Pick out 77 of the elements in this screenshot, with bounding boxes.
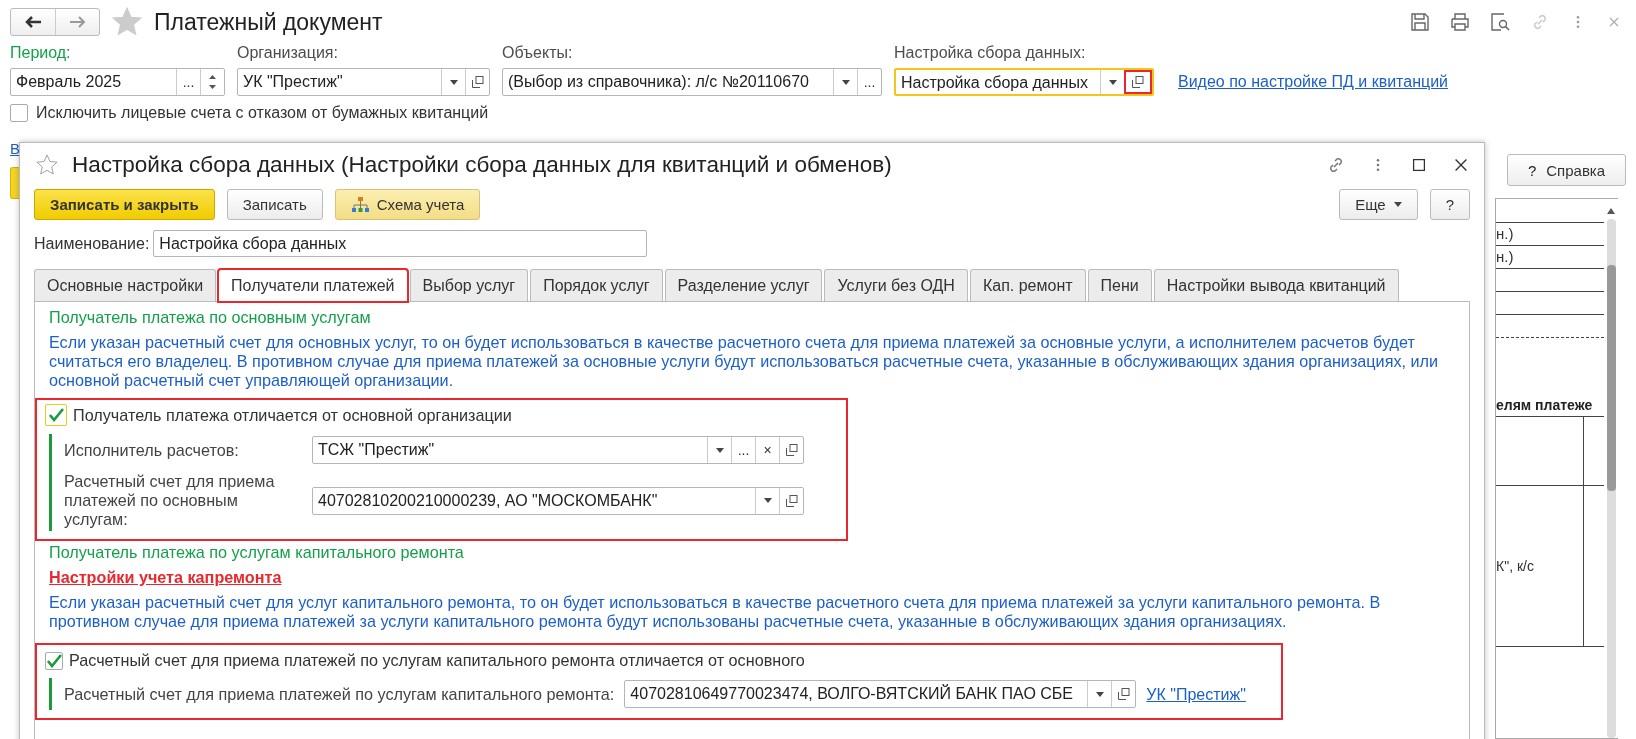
- checkbox-label: Расчетный счет для приема платежей по услугам капитального ремонта отличается от основного: [69, 651, 805, 670]
- tab[interactable]: Пени: [1087, 269, 1152, 301]
- tab[interactable]: Порядок услуг: [530, 269, 663, 301]
- star-icon[interactable]: [36, 154, 58, 176]
- save-button[interactable]: Записать: [226, 189, 323, 220]
- caret-icon: [1095, 691, 1104, 697]
- field-button[interactable]: ...: [176, 69, 200, 95]
- info-text: Если указан расчетный счет для основных услуг, то он будет использоваться в качестве расчетного счета для приема платежей за основные услуги, а исполнителем расчетов будет считаться его владелец. В противном случае для приема платежей за основные услуги будут использоваться расчетные счета, указанные в обслуживающих здания организациях, или основной расчетный счет управляющей организации.: [49, 333, 1440, 390]
- scroll-up-icon[interactable]: [1607, 207, 1615, 215]
- tab[interactable]: Кап. ремонт: [969, 269, 1086, 301]
- link[interactable]: В: [10, 140, 19, 157]
- field-label: Наименование:: [34, 234, 150, 253]
- checkbox[interactable]: [45, 404, 67, 426]
- select-field[interactable]: 40702810200210000239, АО "МОСКОМБАНК": [312, 486, 804, 515]
- open-icon: [785, 444, 798, 456]
- save-close-button[interactable]: Записать и закрыть: [34, 189, 215, 220]
- select-field[interactable]: УК "Престиж": [237, 68, 490, 96]
- tab[interactable]: Основные настройки: [34, 269, 217, 301]
- field-label: Период:: [10, 44, 72, 62]
- open-icon: [1132, 76, 1144, 88]
- save-icon[interactable]: [1410, 12, 1430, 32]
- checkbox-label: Исключить лицевые счета с отказом от бумажных квитанций: [36, 104, 489, 122]
- name-field[interactable]: Настройка сбора данных: [153, 230, 648, 257]
- print-icon[interactable]: [1450, 12, 1470, 32]
- caret-icon: [449, 79, 458, 85]
- preview-icon[interactable]: [1490, 12, 1510, 32]
- caret-icon: [1393, 202, 1402, 207]
- field-button[interactable]: ×: [755, 437, 779, 463]
- checkbox-label: Получатель платежа отличается от основной организации: [73, 405, 512, 425]
- info-text: Если указан расчетный счет для услуг капитального ремонта, то он будет использоваться в качестве расчетного счета для приема платежей за услуги капитального ремонта. В противном случае для приема платежей за услуги капитального ремонта будут использованы расчетные счета, указанные в обслуживающих здания организациях.: [49, 593, 1382, 631]
- open-icon: [1117, 688, 1130, 700]
- open-icon: [471, 76, 484, 88]
- select-field[interactable]: (Выбор из справочника): л/с №20110670 ...: [502, 68, 882, 96]
- settings-link[interactable]: Настройки учета капремонта: [49, 568, 282, 587]
- select-field[interactable]: 40702810649770023474, ВОЛГО-ВЯТСКИЙ БАНК ПАО СБЕ: [624, 680, 1137, 708]
- field-button[interactable]: ...: [731, 437, 755, 463]
- table-cell: К", к/с: [1496, 558, 1534, 574]
- tab[interactable]: Разделение услуг: [664, 269, 823, 301]
- caret-icon: [841, 79, 850, 85]
- tab[interactable]: Услуги без ОДН: [824, 269, 968, 301]
- field-label: Настройка сбора данных:: [894, 44, 1087, 62]
- star-icon[interactable]: [112, 7, 142, 37]
- select-field[interactable]: Февраль 2025 ...: [10, 68, 225, 96]
- left-arrow-icon: [25, 16, 41, 28]
- checkbox[interactable]: [45, 651, 63, 670]
- help-button[interactable]: ?: [1429, 189, 1470, 220]
- tab[interactable]: Выбор услуг: [409, 269, 529, 301]
- open-button[interactable]: [1124, 70, 1152, 94]
- field-label: Расчетный счет для приема платежей по основным услугам:: [64, 472, 276, 529]
- section-heading: Получатель платежа по услугам капитального ремонта: [49, 543, 465, 562]
- dialog-title: Настройка сбора данных (Настройки сбора данных для квитанций и обменов): [72, 152, 893, 178]
- checkbox[interactable]: [10, 104, 28, 122]
- column-header: елям платеже: [1496, 398, 1594, 415]
- maximize-icon[interactable]: [1410, 156, 1428, 174]
- open-icon: [785, 494, 798, 507]
- section-heading: Получатель платежа по основным услугам: [49, 308, 372, 327]
- window-title: Платежный документ: [154, 8, 383, 36]
- field-label: Объекты:: [502, 44, 574, 62]
- tab[interactable]: Настройки вывода квитанций: [1153, 269, 1399, 301]
- video-link[interactable]: Видео по настройке ПД и квитанций: [1178, 73, 1449, 91]
- tab[interactable]: Получатели платежей: [218, 269, 408, 302]
- select-field[interactable]: Настройка сбора данных: [894, 68, 1154, 96]
- select-field[interactable]: ТСЖ "Престиж" ... ×: [312, 436, 804, 464]
- right-arrow-icon: [69, 16, 86, 28]
- field-label: Исполнитель расчетов:: [64, 440, 240, 460]
- caret-icon: [763, 498, 772, 503]
- organization-link[interactable]: УК "Престиж": [1146, 684, 1246, 704]
- scheme-button[interactable]: Схема учета: [334, 189, 481, 220]
- caret-icon: [1108, 79, 1117, 85]
- caret-icon: [715, 447, 724, 453]
- help-button[interactable]: ? Справка: [1507, 154, 1626, 186]
- more-button[interactable]: Еще: [1339, 189, 1418, 220]
- spinner-icon: [209, 73, 216, 91]
- field-label: Расчетный счет для приема платежей по услугам капитального ремонта:: [64, 684, 615, 704]
- hierarchy-icon: [350, 196, 369, 213]
- field-button[interactable]: ...: [857, 69, 881, 95]
- field-label: Организация:: [237, 44, 339, 62]
